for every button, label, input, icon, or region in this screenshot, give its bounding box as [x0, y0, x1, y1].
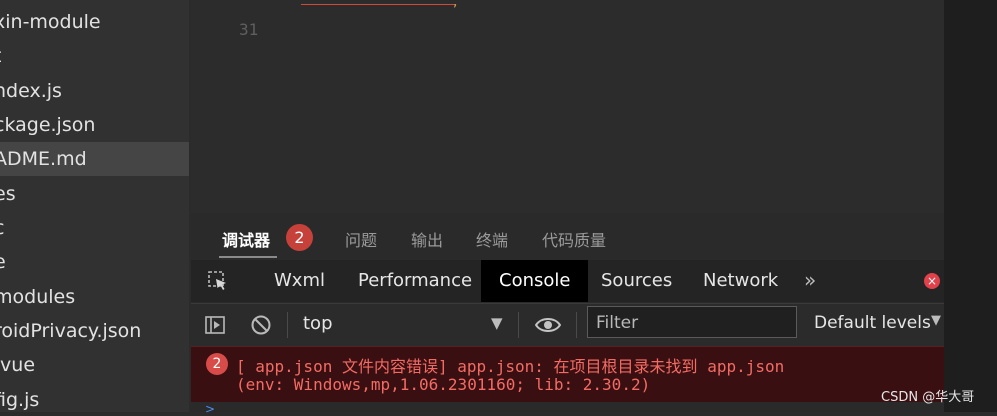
devtools-tab-wxml[interactable]: Wxml	[274, 260, 325, 302]
file-item[interactable]: ckage.json	[0, 108, 189, 142]
file-explorer: xin-module t ndex.js ckage.json ADME.md …	[0, 0, 189, 412]
bottom-panel: 调试器 2 问题 输出 终端 代码质量 Wxml Performance Con…	[191, 213, 944, 416]
devtools-tab-console[interactable]: Console	[481, 260, 589, 302]
more-tabs-icon[interactable]: »	[804, 260, 816, 302]
file-item[interactable]: xin-module	[0, 5, 189, 39]
inspect-element-icon[interactable]	[207, 270, 229, 292]
watermark: CSDN @华大哥	[881, 390, 975, 405]
tab-output[interactable]: 输出	[411, 227, 443, 251]
debugger-error-badge: 2	[286, 224, 313, 251]
clear-console-icon[interactable]	[250, 314, 272, 336]
console-toolbar: top ▼ Filter Default levels ▼	[191, 303, 944, 346]
console-prompt-icon[interactable]: >	[205, 402, 215, 416]
file-item[interactable]: c	[0, 211, 189, 245]
tab-terminal[interactable]: 终端	[476, 227, 508, 251]
toolbar-separator	[518, 312, 519, 338]
log-levels-dropdown[interactable]: Default levels	[814, 313, 931, 333]
context-dropdown-arrow-icon[interactable]: ▼	[491, 314, 503, 332]
error-env-line: (env: Windows,mp,1.06.2301160; lib: 2.30…	[236, 375, 651, 394]
file-item[interactable]: modules	[0, 280, 189, 314]
error-text-line: [ app.json 文件内容错误] app.json: 在项目根目录未找到 a…	[236, 357, 785, 376]
code-snippet-fragment	[301, 0, 455, 5]
file-item[interactable]: t	[0, 39, 189, 73]
devtools-tab-sources[interactable]: Sources	[601, 260, 672, 302]
code-snippet-comma: ,	[453, 0, 458, 10]
file-item[interactable]: fig.js	[0, 383, 189, 412]
line-number: 31	[239, 20, 259, 39]
devtools-tab-performance[interactable]: Performance	[358, 260, 472, 302]
file-item[interactable]: roidPrivacy.json	[0, 314, 189, 348]
console-error-message[interactable]: 2 [ app.json 文件内容错误] app.json: 在项目根目录未找到…	[191, 346, 944, 402]
file-item[interactable]: es	[0, 177, 189, 211]
toolbar-separator	[287, 312, 288, 338]
right-edge-panel	[944, 0, 997, 412]
tab-problems[interactable]: 问题	[345, 227, 377, 251]
devtools-tab-bar: Wxml Performance Console Sources Network…	[191, 260, 944, 302]
file-item[interactable]: .vue	[0, 348, 189, 382]
error-count-badge: 2	[206, 353, 228, 375]
panel-tab-bar: 调试器 2 问题 输出 终端 代码质量	[191, 213, 944, 260]
tab-debugger[interactable]: 调试器	[222, 227, 270, 251]
context-selector[interactable]: top	[303, 313, 333, 334]
toolbar-separator	[576, 312, 577, 338]
file-item[interactable]: ndex.js	[0, 74, 189, 108]
active-tab-underline	[219, 256, 277, 258]
close-devtools-icon[interactable]: ×	[924, 273, 940, 289]
devtools-tab-network[interactable]: Network	[703, 260, 778, 302]
code-editor[interactable]: , 31	[191, 0, 944, 213]
toggle-sidebar-icon[interactable]	[204, 314, 226, 336]
filter-input[interactable]: Filter	[587, 306, 797, 338]
file-item-selected[interactable]: ADME.md	[0, 142, 189, 176]
tab-code-quality[interactable]: 代码质量	[542, 227, 606, 251]
live-expression-eye-icon[interactable]	[535, 314, 561, 336]
levels-dropdown-arrow-icon[interactable]: ▼	[931, 313, 941, 328]
file-item[interactable]: e	[0, 245, 189, 279]
